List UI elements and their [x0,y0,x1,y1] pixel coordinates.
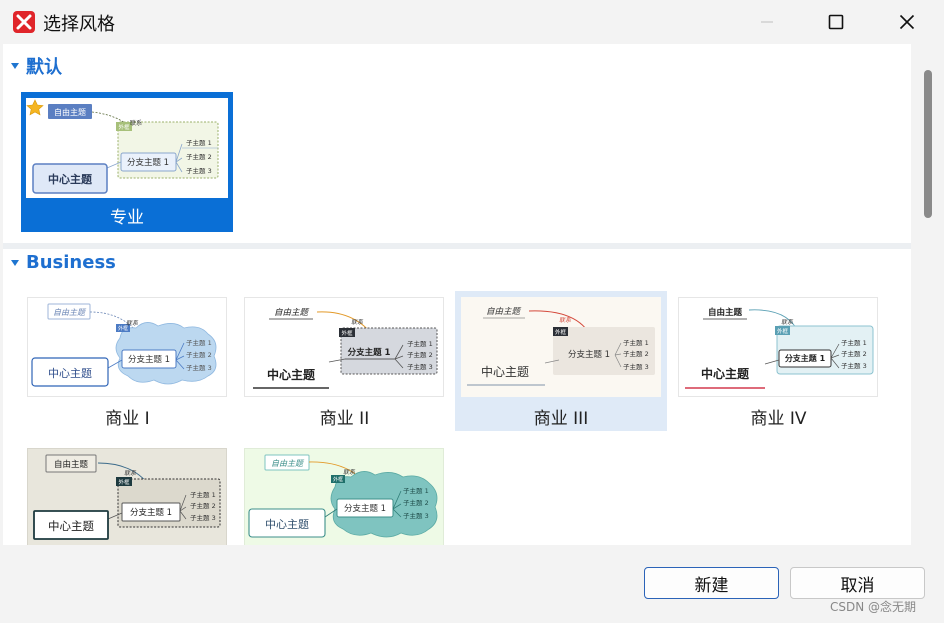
subtopic: 子主题 2 [841,349,867,358]
close-button[interactable] [884,0,930,44]
central-topic: 中心主题 [481,364,529,379]
branch-topic: 分支主题 1 [344,503,386,514]
subtopic: 子主题 1 [623,338,649,347]
boundary-label: 外框 [341,329,353,337]
relation-label: 联系 [130,119,142,127]
section-title: Business [26,252,116,273]
floating-topic: 自由主题 [274,307,310,318]
maximize-button[interactable] [813,0,859,44]
subtopic: 子主题 3 [190,513,216,522]
watermark-text: CSDN @念无期 [830,600,917,614]
style-card-business-1[interactable]: 自由主题 外框 联系 分支主题 1 子主题 1 子主题 2 子主题 3 中心主题… [25,296,230,431]
boundary-label: 外框 [777,327,789,335]
scrollbar-thumb[interactable] [924,70,932,218]
favorite-star-icon [26,99,44,116]
window-title: 选择风格 [43,14,115,35]
style-preview: 自由主题 外框 联系 分支主题 1 子主题 1 子主题 2 子主题 3 中心主题 [27,448,227,545]
branch-topic: 分支主题 1 [568,349,610,360]
style-preview: 自由主题 外框 联系 分支主题 1 子主题 1 子主题 2 子主题 3 中心主题 [26,98,228,198]
section-title: 默认 [26,57,62,78]
floating-topic: 自由主题 [271,459,305,468]
collapse-triangle-icon [11,259,19,266]
boundary-label: 外框 [555,328,567,336]
style-preview: 自由主题 外框 联系 分支主题 1 子主题 1 子主题 2 子主题 3 中心主题 [461,297,661,397]
style-preview: 自由主题 外框 联系 分支主题 1 子主题 1 子主题 2 子主题 3 中心主题 [678,297,878,397]
title-bar: 选择风格 [0,0,944,44]
subtopic: 子主题 3 [841,361,867,370]
branch-topic: 分支主题 1 [348,347,391,358]
subtopic: 子主题 1 [841,338,867,347]
style-card-business-2[interactable]: 自由主题 外框 联系 分支主题 1 子主题 1 子主题 2 子主题 3 中心主题… [242,296,447,431]
branch-topic: 分支主题 1 [130,507,172,518]
relation-label: 联系 [124,470,137,477]
subtopic: 子主题 1 [186,138,212,147]
style-label: 专业 [110,208,144,228]
cancel-button[interactable]: 取消 [790,567,925,599]
close-icon [899,14,915,30]
subtopic: 子主题 3 [186,363,212,372]
section-divider [3,243,911,249]
subtopic: 子主题 2 [186,350,212,359]
subtopic: 子主题 2 [623,349,649,358]
style-card-business-3[interactable]: 自由主题 外框 联系 分支主题 1 子主题 1 子主题 2 子主题 3 中心主题… [455,291,667,431]
subtopic: 子主题 3 [403,511,429,520]
subtopic: 子主题 2 [186,152,212,161]
floating-topic: 自由主题 [708,307,743,318]
collapse-triangle-icon [11,63,19,69]
relation-label: 联系 [781,319,794,326]
subtopic: 子主题 3 [186,166,212,175]
style-preview: 自由主题 外框 联系 分支主题 1 子主题 1 子主题 2 子主题 3 中心主题 [244,297,444,397]
relation-label: 联系 [343,469,356,476]
style-gallery: 默认 自由主题 外框 联系 分支主题 1 子主题 1 子主题 2 子主题 3 中… [3,44,911,545]
boundary-label: 外框 [118,123,130,131]
central-topic: 中心主题 [701,366,750,381]
central-topic: 中心主题 [265,518,309,531]
minimize-icon [761,21,773,23]
floating-topic: 自由主题 [53,308,87,317]
central-topic: 中心主题 [48,519,94,533]
subtopic: 子主题 1 [190,490,216,499]
relation-label: 联系 [126,320,139,327]
subtopic: 子主题 2 [407,350,433,359]
subtopic: 子主题 1 [403,486,429,495]
floating-topic: 自由主题 [54,459,89,470]
relation-label: 联系 [351,319,364,326]
subtopic: 子主题 1 [407,339,433,348]
central-topic: 中心主题 [267,367,316,382]
style-card-business-5[interactable]: 自由主题 外框 联系 分支主题 1 子主题 1 子主题 2 子主题 3 中心主题 [25,447,230,545]
xmind-logo-icon [13,11,35,33]
style-card-business-4[interactable]: 自由主题 外框 联系 分支主题 1 子主题 1 子主题 2 子主题 3 中心主题… [676,296,881,431]
floating-topic: 自由主题 [54,107,86,117]
branch-topic: 分支主题 1 [127,157,169,168]
style-card-business-6[interactable]: 自由主题 外框 联系 分支主题 1 子主题 1 子主题 2 子主题 3 中心主题 [242,447,447,545]
style-preview: 自由主题 外框 联系 分支主题 1 子主题 1 子主题 2 子主题 3 中心主题 [244,448,444,545]
subtopic: 子主题 1 [186,338,212,347]
style-card-professional[interactable]: 自由主题 外框 联系 分支主题 1 子主题 1 子主题 2 子主题 3 中心主题… [21,92,233,232]
floating-topic: 自由主题 [486,306,522,317]
boundary-label: 外框 [333,476,343,483]
central-topic: 中心主题 [48,172,93,186]
subtopic: 子主题 2 [403,498,429,507]
relation-label: 联系 [559,317,572,324]
subtopic: 子主题 3 [407,362,433,371]
branch-topic: 分支主题 1 [128,354,170,365]
style-label: 商业 II [319,409,370,429]
minimize-button[interactable] [744,0,790,44]
central-topic: 中心主题 [48,367,92,380]
branch-topic: 分支主题 1 [785,353,826,363]
style-label: 商业 I [105,409,150,429]
create-button[interactable]: 新建 [644,567,779,599]
maximize-icon [828,14,844,30]
boundary-label: 外框 [118,478,130,486]
subtopic: 子主题 3 [623,362,649,371]
vertical-scrollbar[interactable] [920,46,936,545]
style-label: 商业 IV [750,409,807,429]
section-header-business[interactable]: Business [11,252,116,273]
subtopic: 子主题 2 [190,501,216,510]
style-preview: 自由主题 外框 联系 分支主题 1 子主题 1 子主题 2 子主题 3 中心主题 [27,297,227,397]
style-label: 商业 III [533,409,589,429]
section-header-default[interactable]: 默认 [11,53,62,79]
